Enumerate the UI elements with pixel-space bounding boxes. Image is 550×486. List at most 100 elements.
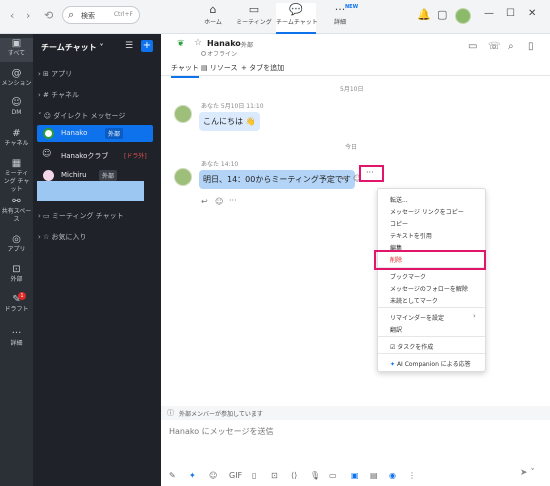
rail-label: DM: [11, 109, 22, 116]
rail-item-more[interactable]: ··· 詳細: [0, 328, 33, 352]
microphone-icon[interactable]: 🎙: [310, 471, 320, 480]
tab-home[interactable]: ⌂ ホーム: [193, 3, 233, 34]
avatar[interactable]: [174, 168, 192, 186]
chat-icon: ▣: [11, 38, 22, 49]
tab-team-chat[interactable]: 💬 チームチャット: [276, 3, 318, 34]
menu-item-copy[interactable]: コピー: [390, 219, 408, 228]
star-icon[interactable]: ☆: [194, 38, 202, 48]
menu-item-copy-link[interactable]: メッセージ リンクをコピー: [390, 207, 464, 216]
tab-more[interactable]: ··· 詳細: [320, 3, 360, 34]
external-member-notice: ⓘ 外部メンバーが参加しています: [161, 406, 550, 420]
rail-item-apps[interactable]: ◎ アプリ: [0, 234, 33, 258]
minimize-icon[interactable]: —: [484, 8, 494, 19]
section-direct-messages[interactable]: ˅ ☺ ダイレクト メッセージ: [38, 111, 125, 121]
close-icon[interactable]: ✕: [528, 8, 536, 19]
sidebar-toggle-icon[interactable]: ▯: [528, 41, 534, 52]
rail-label: 外部: [10, 276, 23, 283]
message-meta: あなた 14:10: [201, 161, 239, 168]
video-clip-icon[interactable]: ▭: [329, 471, 337, 480]
add-button[interactable]: +: [141, 40, 153, 52]
status-dot: [201, 51, 206, 56]
avatar: [43, 170, 54, 181]
avatar[interactable]: [455, 8, 471, 24]
rail-item-all[interactable]: ▣ すべて: [0, 38, 33, 62]
search-placeholder: 検索: [81, 12, 95, 20]
menu-item-translate[interactable]: 翻訳: [390, 325, 402, 334]
context-menu: 転送... メッセージ リンクをコピー コピー テキストを引用 編集 削除 ブッ…: [377, 188, 486, 372]
menu-divider: [378, 336, 485, 337]
whiteboard-icon[interactable]: ▢: [437, 8, 447, 21]
reply-icon[interactable]: ↩: [201, 197, 208, 206]
menu-item-ai-companion[interactable]: ✦ AI Companion による応答: [390, 359, 471, 368]
rail-item-dm[interactable]: ☺ DM: [0, 97, 33, 121]
search-icon[interactable]: ⌕: [508, 41, 514, 52]
search-box[interactable]: ⌕ 検索 Ctrl+F: [62, 6, 140, 24]
external-tag: 外部: [99, 170, 118, 181]
more-icon: ···: [366, 168, 374, 177]
back-arrow-icon[interactable]: ‹: [10, 9, 14, 22]
menu-item-bookmark[interactable]: ブックマーク: [390, 272, 426, 281]
section-channels[interactable]: › # チャネル: [38, 90, 79, 100]
app-icon[interactable]: ◉: [389, 471, 396, 480]
more-icon[interactable]: ···: [229, 196, 237, 205]
avatar[interactable]: [174, 105, 192, 123]
emoji-icon[interactable]: ☺: [209, 471, 217, 480]
emoji-icon[interactable]: ☺: [215, 197, 223, 206]
menu-item-unfollow[interactable]: メッセージのフォローを解除: [390, 284, 468, 293]
info-icon: ⓘ: [167, 409, 174, 417]
menu-item-quote[interactable]: テキストを引用: [390, 231, 432, 240]
menu-item-reminder[interactable]: リマインダーを設定: [390, 313, 444, 322]
panel-title[interactable]: チームチャット ˅: [41, 42, 103, 53]
rail-item-external[interactable]: ⊡ 外部: [0, 264, 33, 288]
more-icon[interactable]: ⋮: [408, 471, 416, 480]
app-icon[interactable]: ▣: [351, 471, 359, 480]
contact-item-hanako[interactable]: Hanako 外部: [37, 125, 153, 142]
history-icon[interactable]: ⟲: [44, 9, 53, 22]
home-icon: ⌂: [209, 3, 217, 16]
tab-team-chat-label: チームチャット: [276, 19, 318, 26]
screenshot-icon[interactable]: ⊡: [271, 471, 278, 480]
tab-meetings[interactable]: ▭ ミーティング: [234, 3, 274, 34]
section-apps[interactable]: › ⊞ アプリ: [38, 69, 72, 79]
send-icon[interactable]: ➤ ˅: [520, 468, 535, 478]
maximize-icon[interactable]: ☐: [506, 8, 515, 19]
rail-label: 共有スペース: [1, 208, 32, 223]
draft-count-badge: 1: [18, 292, 26, 300]
filter-icon[interactable]: ☰: [125, 41, 133, 51]
reply-icon[interactable]: ↩: [341, 174, 348, 183]
external-tag: [ドラ外]: [124, 153, 147, 160]
gif-icon[interactable]: GIF: [229, 471, 242, 480]
forward-arrow-icon[interactable]: ›: [26, 9, 30, 22]
rail-label: チャネル: [4, 140, 29, 147]
selected-row-highlight: [37, 181, 144, 201]
more-actions-button[interactable]: ···: [359, 165, 384, 182]
left-rail: ▣ すべて @ メンション ☺ DM # チャネル ▦ ミーティング チャット …: [0, 34, 33, 486]
tab-resources[interactable]: ▤ リソース: [201, 63, 238, 73]
section-favorites[interactable]: › ☆ お気に入り: [38, 232, 87, 242]
rail-item-shared-spaces[interactable]: ⚯ 共有スペース: [0, 196, 33, 223]
app-icon[interactable]: ▤: [370, 471, 378, 480]
bell-icon[interactable]: 🔔: [417, 8, 431, 21]
rail-item-drafts[interactable]: ✎ 1 ドラフト: [0, 292, 33, 318]
file-icon[interactable]: ▯: [252, 471, 256, 480]
message-bubble[interactable]: こんにちは 👋: [199, 112, 260, 131]
code-icon[interactable]: ⟨⟩: [291, 471, 297, 480]
menu-item-forward[interactable]: 転送...: [390, 195, 408, 204]
phone-icon[interactable]: ☏: [488, 41, 501, 52]
external-icon: ⊡: [12, 264, 21, 275]
rail-item-mentions[interactable]: @ メンション: [0, 68, 33, 92]
section-meeting-chat[interactable]: › ▭ ミーティング チャット: [38, 211, 124, 221]
menu-item-create-task[interactable]: ☑ タスクを作成: [390, 342, 433, 351]
ai-companion-icon[interactable]: ✦: [189, 471, 196, 480]
menu-item-mark-unread[interactable]: 未読としてマーク: [390, 296, 438, 305]
video-icon[interactable]: ▭: [468, 41, 477, 52]
format-icon[interactable]: ✎: [169, 471, 176, 480]
tab-add[interactable]: + タブを追加: [241, 63, 284, 73]
message-bubble-selected[interactable]: 明日、14：00からミーティング予定です: [199, 170, 355, 189]
menu-divider: [378, 353, 485, 354]
rail-item-channels[interactable]: # チャネル: [0, 128, 33, 152]
rail-item-meeting-chat[interactable]: ▦ ミーティング チャット: [0, 158, 33, 193]
rail-label: ミーティング チャット: [3, 170, 30, 193]
compose-input[interactable]: Hanako にメッセージを送信: [169, 426, 274, 437]
contact-item-hanako-club[interactable]: ☺ Hanakoクラブ [ドラ外]: [37, 147, 153, 164]
